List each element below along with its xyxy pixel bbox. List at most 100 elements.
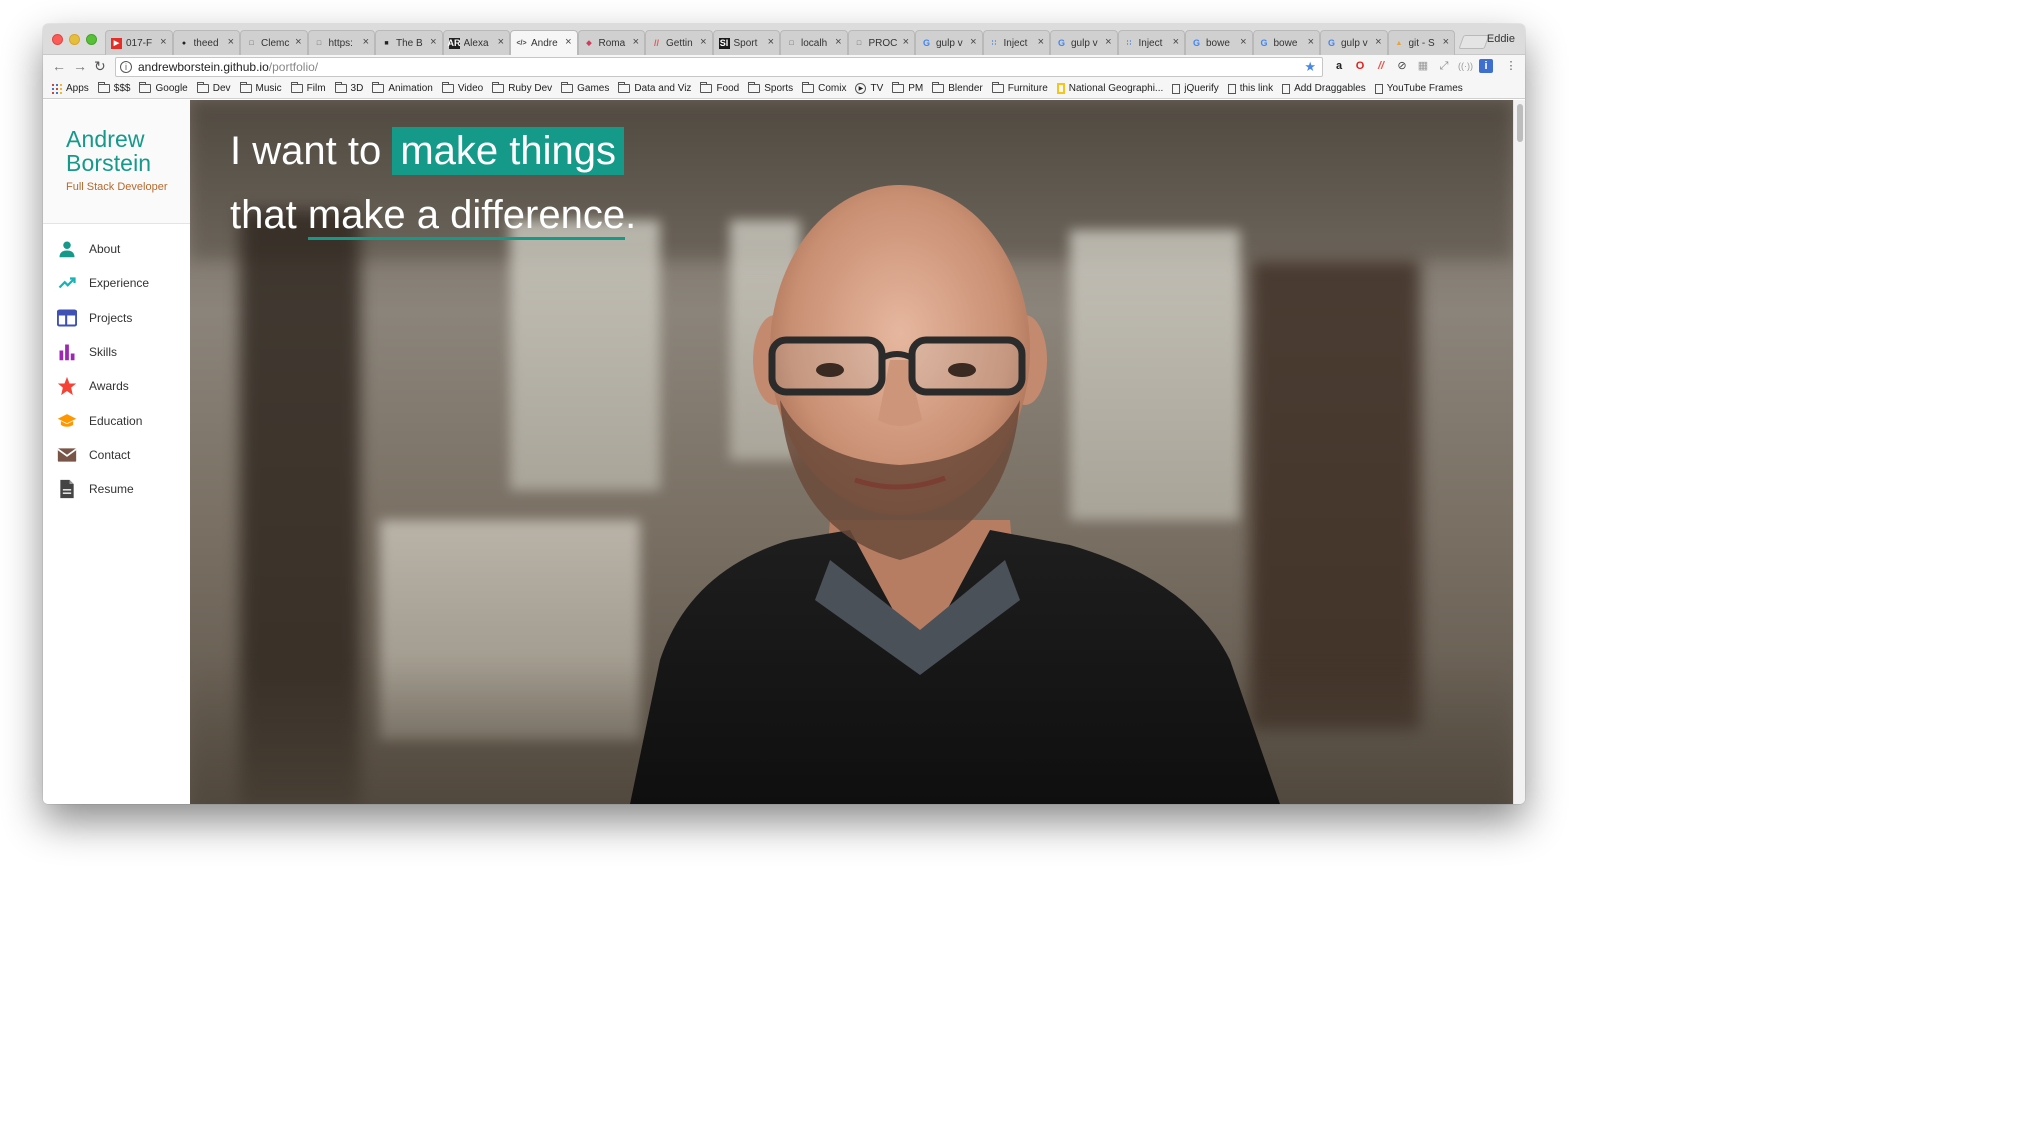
bookmark-item[interactable]: Furniture	[991, 82, 1048, 94]
zoom-window-button[interactable]	[86, 34, 97, 45]
tab-close-icon[interactable]: ×	[700, 36, 706, 48]
tab-close-icon[interactable]: ×	[1375, 36, 1381, 48]
bookmark-item[interactable]: Games	[561, 82, 609, 94]
back-arrow-icon[interactable]: ←	[52, 58, 66, 74]
browser-tab[interactable]: □ localh ×	[780, 30, 848, 55]
tab-close-icon[interactable]: ×	[498, 36, 504, 48]
browser-tab[interactable]: AR Alexa ×	[442, 30, 510, 55]
bookmark-item[interactable]: Dev	[196, 82, 231, 94]
browser-tab[interactable]: Ggulp v ×	[1050, 30, 1118, 55]
slash-extension-icon[interactable]: //	[1374, 59, 1388, 73]
tab-close-icon[interactable]: ×	[228, 36, 234, 48]
bookmark-label: National Geographi...	[1068, 83, 1164, 94]
bookmark-item[interactable]: YouTube Frames	[1374, 83, 1463, 94]
address-bar[interactable]: i andrewborstein.github.io/portfolio/ ★	[115, 57, 1323, 77]
close-window-button[interactable]	[52, 34, 63, 45]
browser-tab[interactable]: SI Sport ×	[712, 30, 780, 55]
site-info-icon[interactable]: i	[120, 61, 132, 73]
tab-close-icon[interactable]: ×	[1308, 36, 1314, 48]
browser-tab[interactable]: Ggulp v ×	[915, 30, 983, 55]
bookmark-item[interactable]: Add Draggables	[1282, 83, 1366, 94]
opera-extension-icon[interactable]: O	[1353, 59, 1367, 73]
bookmark-item[interactable]: Film	[290, 82, 326, 94]
tab-close-icon[interactable]: ×	[970, 36, 976, 48]
browser-tab[interactable]: ● theed ×	[172, 30, 240, 55]
bookmark-item[interactable]: Ruby Dev	[492, 82, 552, 94]
browser-tab[interactable]: Gbowe ×	[1185, 30, 1253, 55]
tab-close-icon[interactable]: ×	[633, 36, 639, 48]
browser-tab[interactable]: Ggulp v ×	[1320, 30, 1388, 55]
sidebar-item-skills[interactable]: Skills	[43, 335, 190, 369]
sidebar-item-awards[interactable]: Awards	[43, 369, 190, 403]
sidebar-item-contact[interactable]: Contact	[43, 438, 190, 472]
scrollbar-thumb[interactable]	[1517, 104, 1523, 142]
bookmark-item[interactable]: $$$	[97, 82, 130, 94]
tab-close-icon[interactable]: ×	[768, 36, 774, 48]
info-extension-icon[interactable]: i	[1479, 59, 1493, 73]
move-extension-icon[interactable]: ⤢	[1437, 59, 1451, 73]
bookmark-item[interactable]: PM	[892, 82, 923, 94]
tab-close-icon[interactable]: ×	[430, 36, 436, 48]
tab-close-icon[interactable]: ×	[295, 36, 301, 48]
sidebar-item-resume[interactable]: Resume	[43, 472, 190, 506]
bookmark-item[interactable]: Sports	[748, 82, 793, 94]
bookmark-item[interactable]: Google	[139, 82, 188, 94]
browser-tab[interactable]: ∷ Inject ×	[982, 30, 1050, 55]
bookmark-item[interactable]: this link	[1227, 83, 1273, 94]
browser-tab[interactable]: ◆ Roma ×	[577, 30, 645, 55]
tab-close-icon[interactable]: ×	[1105, 36, 1111, 48]
blocked-extension-icon[interactable]: ⊘	[1395, 59, 1409, 73]
browser-tab[interactable]: </> Andre ×	[510, 30, 578, 55]
forward-arrow-icon[interactable]: →	[73, 58, 87, 74]
bookmark-item[interactable]: National Geographi...	[1056, 83, 1164, 94]
browser-tab[interactable]: // Gettin ×	[645, 30, 713, 55]
minimize-window-button[interactable]	[69, 34, 80, 45]
bookmark-item[interactable]: Video	[441, 82, 483, 94]
bookmark-star-icon[interactable]: ★	[1304, 59, 1316, 75]
youtube-icon: ▶	[111, 37, 122, 49]
sidebar-item-education[interactable]: Education	[43, 403, 190, 437]
bookmark-item[interactable]: Animation	[372, 82, 433, 94]
headline-highlight: make things	[392, 127, 624, 175]
bookmark-item[interactable]: Music	[239, 82, 282, 94]
sidebar-item-projects[interactable]: Projects	[43, 301, 190, 335]
bookmark-item[interactable]: ▶ TV	[855, 83, 883, 94]
broadcast-extension-icon[interactable]: ((·))	[1458, 59, 1473, 73]
tab-close-icon[interactable]: ×	[1443, 36, 1449, 48]
bookmark-item[interactable]: Food	[700, 82, 739, 94]
bookmark-item[interactable]: Apps	[52, 83, 89, 94]
reload-icon[interactable]: ↻	[94, 58, 106, 75]
tab-close-icon[interactable]: ×	[835, 36, 841, 48]
url-path: /portfolio/	[268, 60, 319, 74]
tab-close-icon[interactable]: ×	[1240, 36, 1246, 48]
tab-close-icon[interactable]: ×	[903, 36, 909, 48]
tab-close-icon[interactable]: ×	[160, 36, 166, 48]
browser-tab[interactable]: □ https: ×	[307, 30, 375, 55]
tab-close-icon[interactable]: ×	[1173, 36, 1179, 48]
tab-close-icon[interactable]: ×	[1038, 36, 1044, 48]
browser-tab[interactable]: ∷ Inject ×	[1117, 30, 1185, 55]
bookmark-item[interactable]: Data and Viz	[618, 82, 691, 94]
profile-name[interactable]: Eddie	[1487, 33, 1515, 45]
page-scrollbar[interactable]	[1513, 100, 1525, 804]
browser-tab[interactable]: ■ The B ×	[375, 30, 443, 55]
brand-block[interactable]: Andrew Borstein Full Stack Developer	[43, 100, 190, 224]
tab-close-icon[interactable]: ×	[565, 36, 571, 48]
apps-grid-icon	[52, 83, 62, 94]
new-tab-button[interactable]	[1458, 35, 1490, 49]
browser-tab[interactable]: ▲ git - S ×	[1387, 30, 1455, 55]
bookmark-item[interactable]: jQuerify	[1172, 83, 1219, 94]
bookmark-item[interactable]: Blender	[932, 82, 983, 94]
sidebar-item-experience[interactable]: Experience	[43, 266, 190, 300]
tab-close-icon[interactable]: ×	[363, 36, 369, 48]
browser-tab[interactable]: □ PROC ×	[847, 30, 915, 55]
menu-kebab-icon[interactable]: ⋮	[1504, 59, 1518, 73]
browser-tab[interactable]: □ Clemc ×	[240, 30, 308, 55]
browser-tab[interactable]: Gbowe ×	[1252, 30, 1320, 55]
amazon-extension-icon[interactable]: a	[1332, 59, 1346, 73]
bookmark-item[interactable]: 3D	[334, 82, 363, 94]
browser-tab[interactable]: ▶ 017-F ×	[105, 30, 173, 55]
sidebar-item-about[interactable]: About	[43, 232, 190, 266]
bookmark-item[interactable]: Comix	[802, 82, 846, 94]
grid-extension-icon[interactable]: ▦	[1416, 59, 1430, 73]
